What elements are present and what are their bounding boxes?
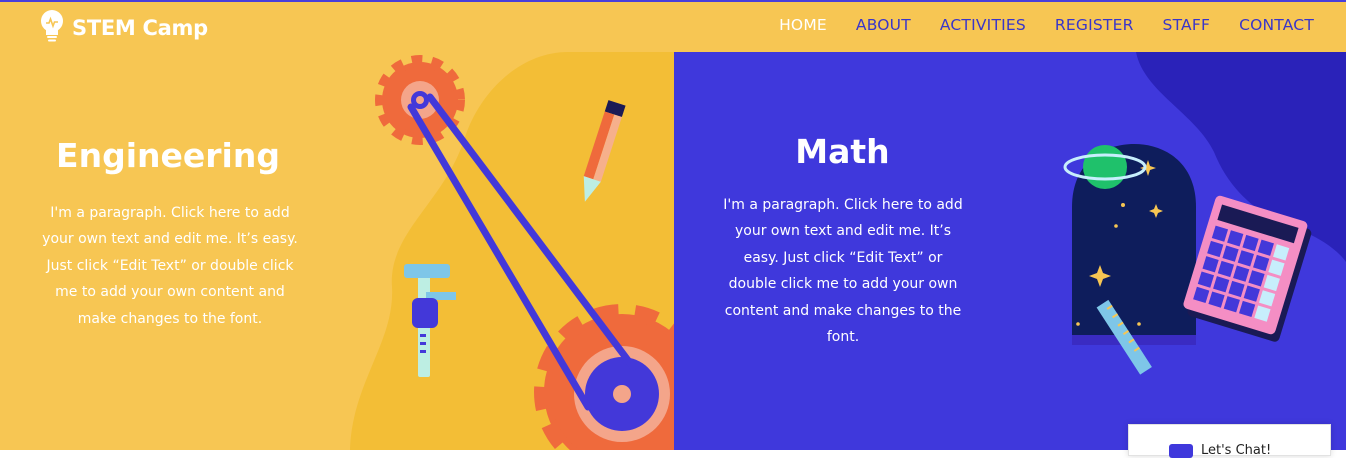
site-header: STEM Camp HOME ABOUT ACTIVITIES REGISTER… xyxy=(0,2,1346,52)
math-title: Math xyxy=(795,132,890,171)
chat-label: Let's Chat! xyxy=(1201,443,1272,458)
nav-register[interactable]: REGISTER xyxy=(1055,16,1134,34)
nav-staff[interactable]: STAFF xyxy=(1163,16,1211,34)
lightbulb-icon xyxy=(40,9,64,47)
engineering-section: Engineering I'm a paragraph. Click here … xyxy=(0,52,674,450)
brand-name: STEM Camp xyxy=(72,16,208,40)
main-nav: HOME ABOUT ACTIVITIES REGISTER STAFF CON… xyxy=(750,2,1314,48)
engineering-title: Engineering xyxy=(56,136,280,175)
math-paragraph: I'm a paragraph. Click here to add your … xyxy=(723,197,963,346)
nav-activities[interactable]: ACTIVITIES xyxy=(940,16,1026,34)
nav-about[interactable]: ABOUT xyxy=(856,16,911,34)
nav-home[interactable]: HOME xyxy=(779,16,827,34)
engineering-paragraph: I'm a paragraph. Click here to add your … xyxy=(42,205,298,327)
chat-widget[interactable]: Let's Chat! xyxy=(1128,424,1331,458)
brand-logo[interactable]: STEM Camp xyxy=(40,8,208,48)
math-section: Math I'm a paragraph. Click here to add … xyxy=(674,52,1346,450)
chat-bubble-icon xyxy=(1169,444,1193,458)
nav-contact[interactable]: CONTACT xyxy=(1239,16,1314,34)
